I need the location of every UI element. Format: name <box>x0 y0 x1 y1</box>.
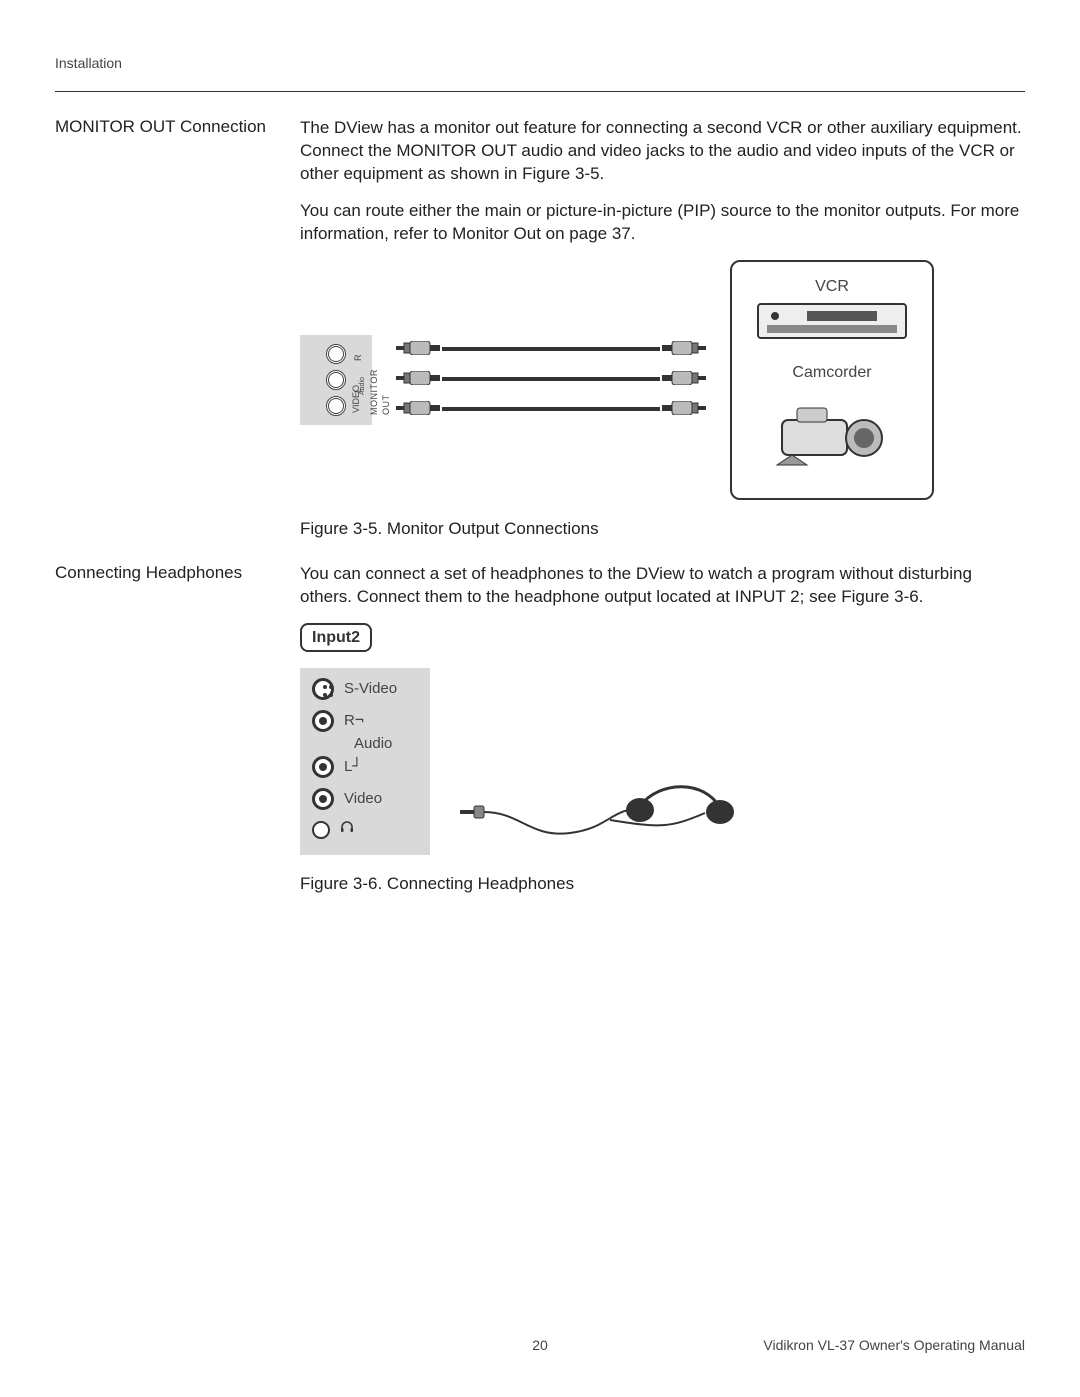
main-col-monitor-out: The DView has a monitor out feature for … <box>300 117 1025 551</box>
device-label-camcorder: Camcorder <box>792 362 871 384</box>
main-col-headphones: You can connect a set of headphones to t… <box>300 563 1025 906</box>
device-label-vcr: VCR <box>815 276 849 298</box>
jack-headphone <box>312 820 420 840</box>
manual-name: Vidikron VL-37 Owner's Operating Manual <box>702 1337 1025 1353</box>
rca-plug-icon <box>662 401 706 415</box>
headphones-icon <box>460 778 750 855</box>
section-headphones: Connecting Headphones You can connect a … <box>55 563 1025 906</box>
figure-3-5-caption: Figure 3-5. Monitor Output Connections <box>300 518 1025 541</box>
header-rule <box>55 91 1025 92</box>
label-audio: Audio <box>354 734 392 754</box>
para-monitor-out-1: The DView has a monitor out feature for … <box>300 117 1025 186</box>
rca-plug-icon <box>396 371 440 385</box>
video-jack-icon <box>312 788 334 810</box>
port-label-r: R <box>352 354 364 361</box>
input2-panel: S-Video R¬ Audio L┘ <box>300 668 430 855</box>
monitor-out-port-panel: VIDEO L R Audio MONITOR OUT <box>300 335 372 425</box>
rca-plug-icon <box>662 371 706 385</box>
audio-l-jack-icon <box>312 756 334 778</box>
para-headphones-1: You can connect a set of headphones to t… <box>300 563 1025 609</box>
vcr-icon <box>757 303 907 348</box>
jack-svideo: S-Video <box>312 678 420 700</box>
headphone-jack-icon <box>312 821 330 839</box>
side-title-headphones: Connecting Headphones <box>55 563 300 906</box>
jack-video: Video <box>312 788 420 810</box>
audio-r-jack-icon <box>312 710 334 732</box>
port-r-icon <box>326 344 346 364</box>
page-footer: 20 Vidikron VL-37 Owner's Operating Manu… <box>55 1337 1025 1353</box>
figure-3-5: VIDEO L R Audio MONITOR OUT <box>300 260 1025 500</box>
svideo-jack-icon <box>312 678 334 700</box>
headphone-symbol-icon <box>340 820 354 840</box>
device-box: VCR Camcorder <box>730 260 934 500</box>
header-section: Installation <box>55 55 1025 71</box>
cable-line-1 <box>442 347 660 351</box>
label-video: Video <box>344 789 382 809</box>
cable-line-3 <box>442 407 660 411</box>
section-monitor-out: MONITOR OUT Connection The DView has a m… <box>55 117 1025 551</box>
jack-audio-l: L┘ <box>312 756 420 778</box>
page: Installation MONITOR OUT Connection The … <box>0 0 1080 1397</box>
para-monitor-out-2: You can route either the main or picture… <box>300 200 1025 246</box>
label-audio-row: Audio <box>312 734 420 754</box>
figure-3-6-caption: Figure 3-6. Connecting Headphones <box>300 873 1025 896</box>
rca-plug-icon <box>396 401 440 415</box>
jack-audio-r: R¬ <box>312 710 420 732</box>
cable-line-2 <box>442 377 660 381</box>
figure-3-6: Input2 S-Video R¬ A <box>300 623 1025 855</box>
port-l-icon <box>326 370 346 390</box>
rca-plug-icon <box>662 341 706 355</box>
input2-panel-label: Input2 <box>300 623 372 653</box>
content-area: MONITOR OUT Connection The DView has a m… <box>55 117 1025 914</box>
port-label-monitor-out: MONITOR OUT <box>368 369 392 415</box>
rca-cable-set <box>396 335 706 425</box>
label-r: R <box>344 712 355 729</box>
port-label-audio: Audio <box>358 377 367 395</box>
page-number: 20 <box>378 1337 701 1353</box>
label-svideo: S-Video <box>344 679 397 699</box>
rca-plug-icon <box>396 341 440 355</box>
side-title-monitor-out: MONITOR OUT Connection <box>55 117 300 551</box>
camcorder-icon <box>772 390 892 477</box>
port-video-icon <box>326 396 346 416</box>
